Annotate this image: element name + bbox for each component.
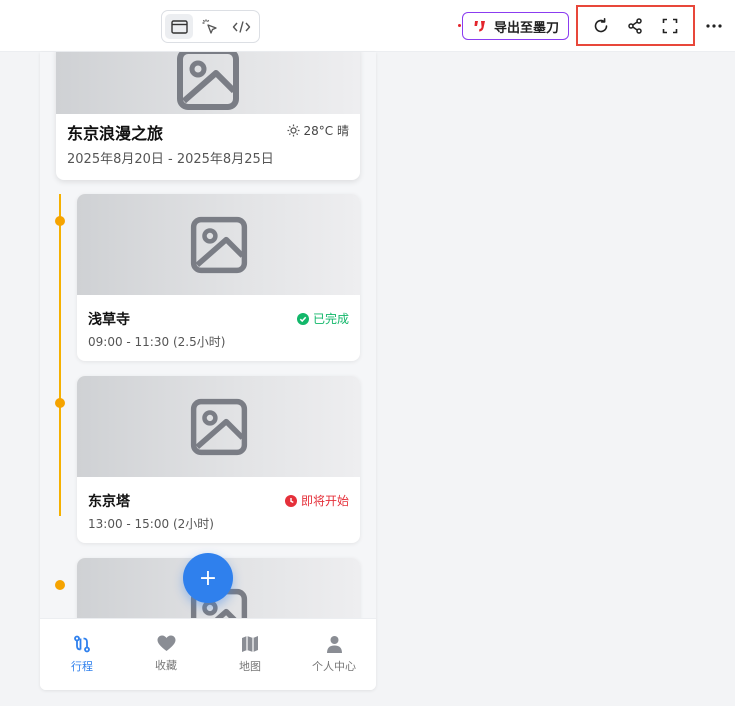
image-placeholder-icon <box>190 216 247 273</box>
itinerary-card[interactable]: 浅草寺 09:00 - 11:30 (2.5小时) 已完成 <box>77 194 360 361</box>
fullscreen-button[interactable] <box>656 12 684 40</box>
status-text: 即将开始 <box>300 494 349 508</box>
place-image <box>77 194 360 295</box>
add-itinerary-button[interactable]: + <box>183 553 233 603</box>
tab-label: 收藏 <box>155 659 177 672</box>
tab-itinerary[interactable]: 行程 <box>40 619 124 690</box>
tab-favorites[interactable]: 收藏 <box>124 619 208 690</box>
place-image <box>77 376 360 477</box>
notification-dot <box>458 24 461 27</box>
status-text: 已完成 <box>312 312 349 326</box>
sun-icon <box>287 124 300 137</box>
trip-title: 东京浪漫之旅 <box>67 124 164 143</box>
trip-summary-card[interactable]: 东京浪漫之旅 28°C 晴 2025年8月20日 - 2025年8月25日 <box>56 52 360 180</box>
export-to-modao-button[interactable]: 导出至墨刀 <box>462 12 569 40</box>
status-badge: 已完成 <box>296 310 349 327</box>
timeline-dot <box>55 398 65 408</box>
image-placeholder-icon <box>190 398 247 455</box>
export-label: 导出至墨刀 <box>494 20 560 36</box>
tab-map[interactable]: 地图 <box>208 619 292 690</box>
image-placeholder-icon <box>177 52 239 110</box>
weather-text: 28°C 晴 <box>303 124 349 138</box>
tab-label: 个人中心 <box>312 660 356 673</box>
clock-icon <box>284 494 297 507</box>
place-time: 09:00 - 11:30 (2.5小时) <box>88 335 226 349</box>
trip-weather: 28°C 晴 <box>287 122 349 139</box>
preview-mode-button[interactable] <box>165 14 194 39</box>
code-icon <box>233 20 251 33</box>
more-options-button[interactable] <box>701 12 727 40</box>
status-badge: 即将开始 <box>284 492 349 509</box>
timeline-line <box>59 194 61 516</box>
trip-cover-image <box>56 52 360 114</box>
share-button[interactable] <box>621 12 649 40</box>
place-title: 浅草寺 <box>88 312 130 328</box>
cursor-click-icon <box>202 19 218 34</box>
tab-label: 地图 <box>239 660 261 673</box>
code-mode-button[interactable] <box>228 14 256 39</box>
fullscreen-icon <box>662 18 678 33</box>
refresh-icon <box>594 17 608 32</box>
bottom-tab-bar: 行程 收藏 地图 个人中心 <box>40 618 376 690</box>
heart-icon <box>157 635 175 651</box>
preview-actions-group <box>576 5 695 46</box>
timeline-dot <box>55 216 65 226</box>
more-horizontal-icon <box>706 24 722 28</box>
top-toolbar: 导出至墨刀 <box>0 0 735 52</box>
refresh-button[interactable] <box>587 12 615 40</box>
timeline-dot <box>55 580 65 590</box>
select-mode-button[interactable] <box>196 14 224 39</box>
window-icon <box>170 19 188 34</box>
place-time: 13:00 - 15:00 (2小时) <box>88 517 214 531</box>
check-circle-icon <box>296 312 309 325</box>
trip-dates: 2025年8月20日 - 2025年8月25日 <box>67 152 274 167</box>
modao-logo-icon <box>474 21 485 32</box>
itinerary-card[interactable]: 东京塔 13:00 - 15:00 (2小时) 即将开始 <box>77 376 360 543</box>
view-mode-switcher <box>161 10 260 43</box>
tab-label: 行程 <box>71 660 93 673</box>
mobile-preview-frame: 东京浪漫之旅 28°C 晴 2025年8月20日 - 2025年8月25日 浅草… <box>40 52 376 690</box>
place-title: 东京塔 <box>88 494 130 510</box>
itinerary-scroll-area[interactable]: 东京浪漫之旅 28°C 晴 2025年8月20日 - 2025年8月25日 浅草… <box>40 52 376 618</box>
route-icon <box>74 635 90 653</box>
user-icon <box>326 636 342 653</box>
share-icon <box>628 17 643 34</box>
map-icon <box>242 636 258 652</box>
tab-profile[interactable]: 个人中心 <box>292 619 376 690</box>
